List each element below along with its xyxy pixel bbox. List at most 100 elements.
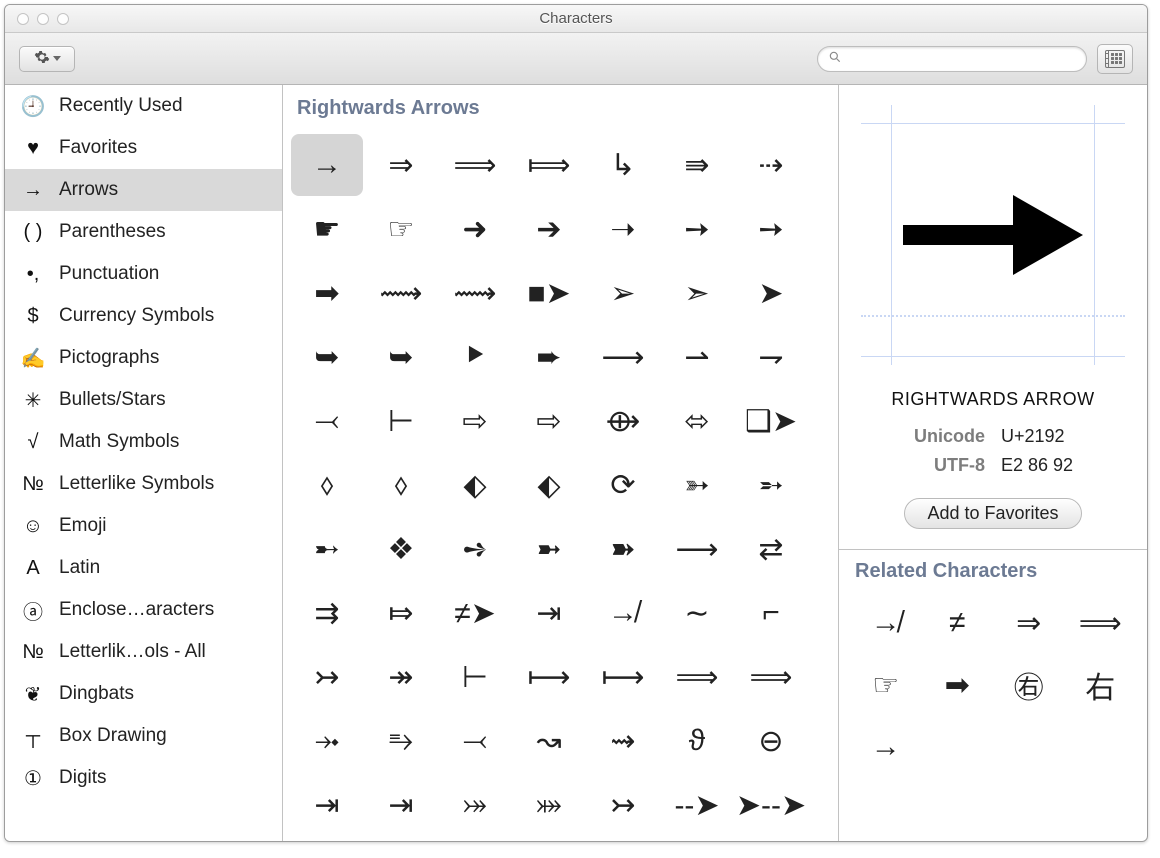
sidebar-item[interactable]: ☺Emoji xyxy=(5,505,282,547)
character-cell[interactable]: ❑➤ xyxy=(735,390,807,452)
related-character-cell[interactable]: 右 xyxy=(1066,655,1136,715)
character-cell[interactable]: ➙ xyxy=(735,198,807,260)
sidebar-item[interactable]: ⓐEnclose…aracters xyxy=(5,589,282,631)
character-cell[interactable]: ⯈ xyxy=(439,326,511,388)
related-characters-grid[interactable]: ↛≠⇒⟹☞➡㊨右→ xyxy=(839,587,1147,783)
sidebar-item[interactable]: ✳Bullets/Stars xyxy=(5,379,282,421)
character-cell[interactable]: ⟳ xyxy=(587,454,659,516)
character-cell[interactable]: ☛ xyxy=(291,198,363,260)
character-cell[interactable]: ⟹ xyxy=(439,134,511,196)
character-cell[interactable]: ⇢ xyxy=(735,134,807,196)
related-character-cell[interactable]: ⇒ xyxy=(994,593,1064,653)
sidebar-item[interactable]: ♥Favorites xyxy=(5,127,282,169)
character-cell[interactable]: ⬖ xyxy=(439,454,511,516)
character-cell[interactable]: ➤ xyxy=(735,262,807,324)
character-cell[interactable]: ⇥ xyxy=(513,582,585,644)
character-cell[interactable]: ⇥ xyxy=(291,774,363,836)
toggle-sidebar-button[interactable] xyxy=(1097,44,1133,74)
minimize-window-button[interactable] xyxy=(37,13,49,25)
close-window-button[interactable] xyxy=(17,13,29,25)
sidebar-item[interactable]: ( )Parentheses xyxy=(5,211,282,253)
character-cell[interactable]: ➸ xyxy=(291,518,363,580)
sidebar-item[interactable]: ✍Pictographs xyxy=(5,337,282,379)
character-grid[interactable]: →⇒⟹⟾↳⇛⇢☛☞➜➔➝➙➙➡⟿⟿■➤➢➣➤➥➥⯈➨⟶⇀⇁⤙⊢⇨⇨⟴⬄❑➤⬨⬨⬖… xyxy=(283,126,838,841)
character-cell[interactable]: ↝ xyxy=(513,710,585,772)
character-cell[interactable]: ϑ xyxy=(661,710,733,772)
character-cell[interactable]: ➺ xyxy=(439,518,511,580)
related-character-cell[interactable]: ⟹ xyxy=(1066,593,1136,653)
character-cell[interactable]: ⬨ xyxy=(365,454,437,516)
action-menu-button[interactable] xyxy=(19,46,75,72)
character-cell[interactable]: ∼ xyxy=(661,582,733,644)
character-cell[interactable]: ⊖ xyxy=(735,710,807,772)
sidebar-item[interactable]: ❦Dingbats xyxy=(5,673,282,715)
character-cell[interactable]: → xyxy=(291,134,363,196)
character-cell[interactable]: ⬨ xyxy=(291,454,363,516)
character-cell[interactable]: ⊢ xyxy=(439,646,511,708)
character-cell[interactable]: --➤ xyxy=(661,774,733,836)
related-character-cell[interactable]: ㊨ xyxy=(994,655,1064,715)
character-cell[interactable]: ⟿ xyxy=(365,262,437,324)
character-cell[interactable]: ⇥ xyxy=(365,774,437,836)
character-cell[interactable]: ⇉ xyxy=(291,582,363,644)
related-character-cell[interactable]: ➡ xyxy=(923,655,993,715)
character-cell[interactable]: ⊢ xyxy=(365,390,437,452)
character-cell[interactable]: ⤞ xyxy=(291,710,363,772)
character-cell[interactable]: ⟼ xyxy=(513,646,585,708)
character-cell[interactable]: ⟶ xyxy=(661,518,733,580)
character-cell[interactable]: ⬄ xyxy=(661,390,733,452)
character-cell[interactable]: ↛ xyxy=(587,582,659,644)
sidebar-item[interactable]: •,Punctuation xyxy=(5,253,282,295)
category-sidebar[interactable]: 🕘Recently Used♥Favorites→Arrows( )Parent… xyxy=(5,85,283,841)
character-cell[interactable]: ↣ xyxy=(587,774,659,836)
search-field[interactable] xyxy=(817,46,1087,72)
character-cell[interactable]: ⟹ xyxy=(735,646,807,708)
character-cell[interactable]: ☞ xyxy=(365,198,437,260)
sidebar-item[interactable]: ①Digits xyxy=(5,757,282,799)
character-cell[interactable]: ⥱ xyxy=(365,710,437,772)
character-cell[interactable]: ➜ xyxy=(439,198,511,260)
character-cell[interactable]: ⇨ xyxy=(439,390,511,452)
character-cell[interactable]: ⤙ xyxy=(291,390,363,452)
character-cell[interactable]: ↠ xyxy=(365,646,437,708)
character-cell[interactable]: ➥ xyxy=(365,326,437,388)
character-cell[interactable]: ⌐ xyxy=(735,582,807,644)
character-cell[interactable]: ⇒ xyxy=(365,134,437,196)
character-cell[interactable]: ➨ xyxy=(513,326,585,388)
character-cell[interactable]: ➝ xyxy=(587,198,659,260)
character-cell[interactable]: ⇄ xyxy=(735,518,807,580)
related-character-cell[interactable]: ↛ xyxy=(851,593,921,653)
character-cell[interactable]: ⇝ xyxy=(587,710,659,772)
character-cell[interactable]: ≠➤ xyxy=(439,582,511,644)
character-cell[interactable]: ⤇ xyxy=(365,582,437,644)
character-cell[interactable]: ⤙ xyxy=(439,710,511,772)
character-cell[interactable]: ↣ xyxy=(291,646,363,708)
search-input[interactable] xyxy=(848,50,1076,67)
sidebar-item[interactable]: 🕘Recently Used xyxy=(5,85,282,127)
character-cell[interactable]: ➳ xyxy=(661,454,733,516)
character-cell[interactable]: ↳ xyxy=(587,134,659,196)
sidebar-item[interactable]: ┬Box Drawing xyxy=(5,715,282,757)
character-cell[interactable]: ⟼ xyxy=(587,646,659,708)
sidebar-item[interactable]: №Letterlik…ols - All xyxy=(5,631,282,673)
character-cell[interactable]: ➵ xyxy=(735,454,807,516)
sidebar-item[interactable]: ALatin xyxy=(5,547,282,589)
sidebar-item[interactable]: $Currency Symbols xyxy=(5,295,282,337)
character-cell[interactable]: ⟶ xyxy=(587,326,659,388)
character-cell[interactable]: ➙ xyxy=(661,198,733,260)
character-cell[interactable]: ➤--➤ xyxy=(735,774,807,836)
character-cell[interactable]: ❖ xyxy=(365,518,437,580)
zoom-window-button[interactable] xyxy=(57,13,69,25)
character-cell[interactable]: ➢ xyxy=(587,262,659,324)
sidebar-item[interactable]: √Math Symbols xyxy=(5,421,282,463)
character-cell[interactable]: ■➤ xyxy=(513,262,585,324)
character-cell[interactable]: ⤖ xyxy=(439,774,511,836)
character-cell[interactable]: ⇛ xyxy=(661,134,733,196)
related-character-cell[interactable]: ≠ xyxy=(923,593,993,653)
character-cell[interactable]: ➣ xyxy=(661,262,733,324)
character-cell[interactable]: ➽ xyxy=(587,518,659,580)
character-cell[interactable]: ➼ xyxy=(513,518,585,580)
character-cell[interactable]: ⬖ xyxy=(513,454,585,516)
add-to-favorites-button[interactable]: Add to Favorites xyxy=(904,498,1081,529)
character-cell[interactable]: ⟴ xyxy=(587,390,659,452)
